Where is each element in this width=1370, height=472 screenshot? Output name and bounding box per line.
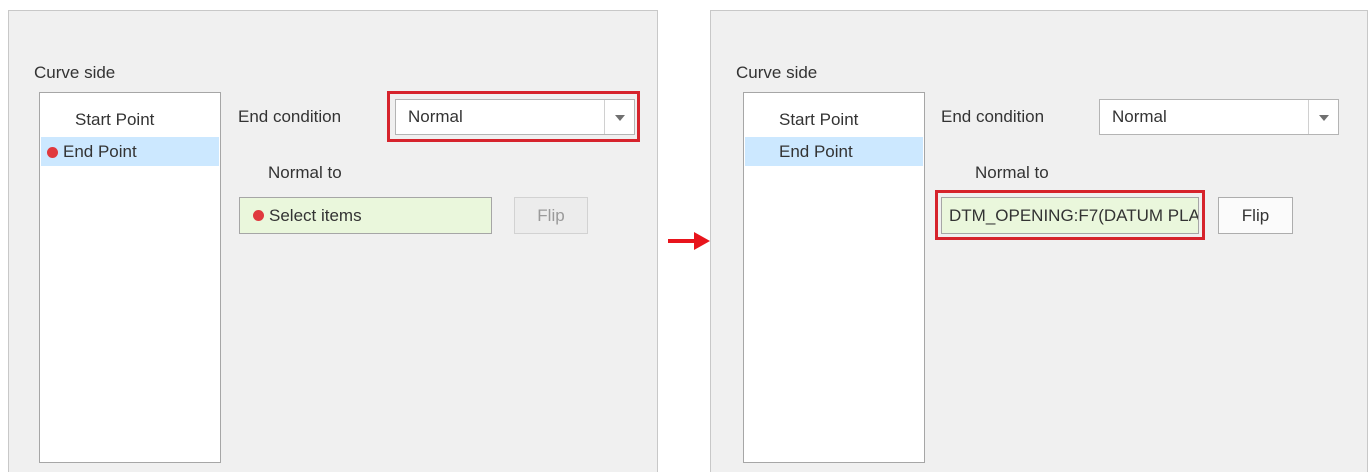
list-item-label: Start Point: [75, 110, 155, 129]
end-condition-dropdown[interactable]: Normal: [395, 99, 635, 135]
chevron-down-icon: [615, 115, 625, 121]
dialog-panel-after: Curve side Start Point End Point End con…: [710, 10, 1368, 472]
required-dot-icon: [253, 210, 264, 221]
end-condition-dropdown[interactable]: Normal: [1099, 99, 1339, 135]
collector-text: Select items: [269, 206, 362, 225]
normal-to-label: Normal to: [268, 163, 342, 182]
normal-to-collector[interactable]: DTM_OPENING:F7(DATUM PLANE): [941, 197, 1199, 234]
list-item-label: Start Point: [779, 110, 859, 129]
normal-to-label: Normal to: [975, 163, 1049, 182]
curve-side-label: Curve side: [34, 63, 116, 82]
arrow-right-icon: [668, 232, 710, 250]
list-item-end-point[interactable]: End Point: [41, 137, 219, 166]
end-condition-value: Normal: [408, 107, 463, 126]
dropdown-button[interactable]: [604, 100, 634, 134]
flip-button[interactable]: Flip: [1218, 197, 1293, 234]
required-dot-icon: [47, 147, 58, 158]
curve-side-label: Curve side: [736, 63, 818, 82]
normal-to-collector[interactable]: Select items: [239, 197, 492, 234]
list-item-end-point[interactable]: End Point: [745, 137, 923, 166]
flip-button[interactable]: Flip: [514, 197, 588, 234]
end-condition-value: Normal: [1112, 107, 1167, 126]
end-condition-label: End condition: [238, 107, 342, 126]
dialog-panel-before: Curve side Start Point End Point End con…: [8, 10, 658, 472]
list-item-start-point[interactable]: Start Point: [41, 105, 219, 134]
list-item-label: End Point: [63, 142, 137, 161]
list-item-label: End Point: [779, 142, 853, 161]
end-condition-label: End condition: [941, 107, 1045, 126]
curve-side-list[interactable]: Start Point End Point: [743, 92, 925, 463]
chevron-down-icon: [1319, 115, 1329, 121]
dropdown-button[interactable]: [1308, 100, 1338, 134]
list-item-start-point[interactable]: Start Point: [745, 105, 923, 134]
curve-side-list[interactable]: Start Point End Point: [39, 92, 221, 463]
collector-text: DTM_OPENING:F7(DATUM PLANE): [949, 206, 1199, 225]
